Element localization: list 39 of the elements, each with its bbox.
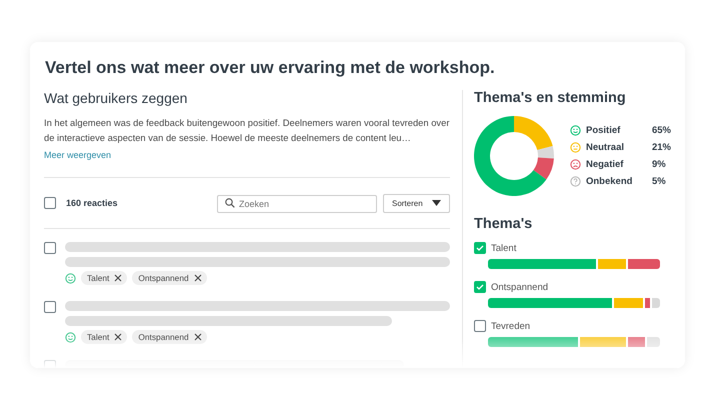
theme-label: Ontspannend (490, 282, 548, 292)
remove-icon[interactable] (114, 274, 122, 282)
tag[interactable]: Ontspannend (132, 271, 207, 285)
legend-value: 65% (652, 125, 671, 136)
sort-dropdown[interactable]: Sorteren (382, 194, 450, 212)
legend-value: 21% (652, 142, 671, 153)
check-icon (476, 244, 484, 252)
remove-icon[interactable] (194, 274, 202, 282)
legend-label: Neutraal (586, 142, 625, 153)
theme-label: Talent (490, 242, 516, 254)
response-count: 160 reacties (66, 198, 118, 208)
legend-label: Negatief (586, 159, 624, 170)
panel-heading: Thema's (474, 216, 534, 232)
summary-text: In het algemeen was de feedback buitengewoon positief. Deelnemers waren vooral tevreden over de interactieve aspecten van de sessie. Hoewel de meeste deelnemers de content leu… (44, 116, 450, 145)
legend-label: Onbekend (586, 176, 634, 187)
checkbox[interactable] (44, 301, 56, 313)
legend-value: 5% (652, 176, 667, 187)
checkbox[interactable] (44, 242, 56, 254)
check-icon (476, 283, 484, 291)
theme-label: Tevreden (490, 320, 530, 332)
tag[interactable]: Talent (81, 330, 128, 344)
checkbox[interactable] (474, 281, 486, 293)
tag[interactable]: Ontspannend (132, 330, 207, 344)
page-title: Vertel ons wat meer over uw ervaring met de workshop. (45, 58, 496, 78)
show-more-link[interactable]: Meer weergeven (44, 150, 112, 160)
remove-icon[interactable] (194, 333, 202, 341)
checkbox[interactable] (44, 197, 56, 209)
panel-heading: Thema's en stemming (474, 90, 627, 106)
legend-label: Positief (586, 125, 622, 136)
search-field[interactable]: Zoeken (216, 195, 377, 213)
legend-value: 9% (652, 159, 667, 170)
remove-icon[interactable] (114, 333, 122, 341)
checkbox[interactable] (474, 320, 486, 332)
tag[interactable]: Talent (81, 271, 128, 285)
checkbox[interactable] (474, 242, 486, 254)
face-icon (65, 332, 76, 342)
caret-icon (432, 200, 441, 206)
face-icon (65, 272, 76, 284)
section-heading: Wat gebruikers zeggen (44, 90, 188, 106)
